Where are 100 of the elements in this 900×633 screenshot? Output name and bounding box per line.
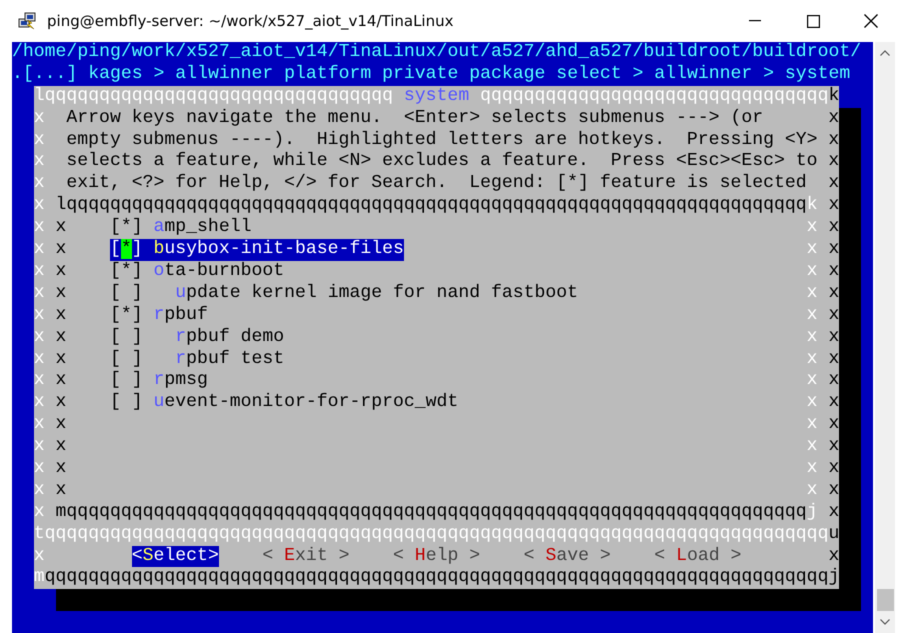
frame-line: qqqqqqqqqqqqqqqqqqqqqqqqqqqqqqqqqqqqqqqqqqqqqqqqqqqqqqqqqqqqqqqqqqqqqqqqj xyxy=(44,567,840,590)
frame-line: x xyxy=(34,304,45,327)
frame-line: x xyxy=(828,348,840,370)
frame-line: x xyxy=(56,458,66,480)
breadcrumb-text: .[...] kages > allwinner platform private package select > allwinner > system xyxy=(12,64,850,86)
frame-line: x xyxy=(806,217,818,240)
frame-line: x xyxy=(806,370,818,392)
frame-line: x xyxy=(806,239,818,261)
frame-line: x xyxy=(56,326,66,349)
menu-item[interactable]: [ ] update kernel image for nand fastboot xyxy=(110,282,578,305)
frame-line: x xyxy=(806,392,818,414)
minimize-icon xyxy=(749,20,761,22)
frame-line: x xyxy=(806,260,818,283)
frame-line: x xyxy=(828,260,840,283)
menu-button[interactable]: < Exit > xyxy=(262,546,350,568)
frame-line: x xyxy=(34,480,45,502)
frame-line: x xyxy=(828,195,840,218)
frame-line: qqqqqqqqqqqqqqqqqqqqqqqqqqqqqqqq xyxy=(480,86,828,108)
frame-line: x xyxy=(34,546,45,568)
frame-line: m xyxy=(34,567,45,590)
menu-item[interactable]: [*] busybox-init-base-files xyxy=(110,239,404,261)
frame-line: x xyxy=(806,348,818,370)
frame-line: x xyxy=(56,304,66,327)
menu-item[interactable]: [*] ota-burnboot xyxy=(110,260,284,283)
frame-line: x xyxy=(828,173,840,196)
frame-line: x xyxy=(34,130,45,152)
menu-button[interactable]: < Help > xyxy=(393,546,480,568)
menu-item[interactable]: [*] amp_shell xyxy=(110,217,252,240)
maximize-icon xyxy=(806,14,820,28)
menu-button[interactable]: < Load > xyxy=(654,546,742,568)
frame-line: u xyxy=(828,524,840,546)
frame-line: k xyxy=(828,86,840,108)
frame-line: x xyxy=(828,282,840,305)
frame-line: x xyxy=(56,282,66,305)
frame-line: x xyxy=(56,239,66,261)
frame-line: j xyxy=(806,502,818,524)
frame-line: x xyxy=(34,151,45,174)
menu-item[interactable]: [ ] rpbuf test xyxy=(110,348,284,370)
frame-line: x xyxy=(34,108,45,130)
frame-line: x xyxy=(806,458,818,480)
frame-line: k xyxy=(806,195,818,218)
frame-line: x xyxy=(828,502,840,524)
frame-line: x xyxy=(828,414,840,436)
dialog-title: system xyxy=(404,86,470,108)
frame-line: lqqqqqqqqqqqqqqqqqqqqqqqqqqqqqqqq xyxy=(34,86,394,108)
frame-line: x xyxy=(806,326,818,349)
menu-item[interactable]: [*] rpbuf xyxy=(110,304,208,327)
frame-line: x xyxy=(56,436,66,458)
frame-line: x xyxy=(34,239,45,261)
frame-line: x xyxy=(828,546,840,568)
frame-line: mqqqqqqqqqqqqqqqqqqqqqqqqqqqqqqqqqqqqqqqqqqqqqqqqqqqqqqqqqqqqqqqqqqqq xyxy=(56,502,807,524)
frame-line: x xyxy=(828,370,840,392)
frame-line: x xyxy=(34,392,45,414)
frame-line: x xyxy=(828,458,840,480)
frame-line: tqqqqqqqqqqqqqqqqqqqqqqqqqqqqqqqqqqqqqqqqqqqqqqqqqqqqqqqqqqqqqqqqqqqqqqqq xyxy=(34,524,828,546)
frame-line: x xyxy=(56,260,66,283)
frame-line: x xyxy=(828,326,840,349)
menu-button[interactable]: < Save > xyxy=(524,546,611,568)
scrollbar[interactable] xyxy=(875,42,895,633)
frame-line: x xyxy=(806,282,818,305)
frame-line: x xyxy=(56,217,66,240)
frame-line: x xyxy=(56,370,66,392)
frame-line: x xyxy=(34,195,45,218)
frame-line: x xyxy=(34,217,45,240)
frame-line: x xyxy=(806,480,818,502)
frame-line: x xyxy=(34,458,45,480)
menu-item[interactable]: [ ] rpmsg xyxy=(110,370,208,392)
frame-line: x xyxy=(56,392,66,414)
frame-line: x xyxy=(806,414,818,436)
frame-line: x xyxy=(828,436,840,458)
frame-line: x xyxy=(828,304,840,327)
scrollbar-thumb[interactable] xyxy=(876,589,894,611)
frame-line: x xyxy=(34,370,45,392)
frame-line: x xyxy=(828,480,840,502)
path-line: /home/ping/work/x527_aiot_v14/TinaLinux/out/a527/ahd_a527/buildroot/buildroot/ xyxy=(12,42,862,64)
menu-item[interactable]: [ ] rpbuf demo xyxy=(110,326,284,349)
frame-line: x xyxy=(34,414,45,436)
frame-line: x xyxy=(806,436,818,458)
computer-icon xyxy=(18,11,38,31)
frame-line: x xyxy=(828,108,840,130)
frame-line: x xyxy=(56,414,66,436)
frame-line: x xyxy=(34,173,45,196)
window-title: ping@embfly-server: ~/work/x527_aiot_v14/TinaLinux xyxy=(47,12,454,30)
frame-line: lqqqqqqqqqqqqqqqqqqqqqqqqqqqqqqqqqqqqqqqqqqqqqqqqqqqqqqqqqqqqqqqqqqqq xyxy=(56,195,807,218)
frame-line: x xyxy=(828,217,840,240)
close-icon xyxy=(864,14,878,28)
frame-line: x xyxy=(56,348,66,370)
frame-line: x xyxy=(34,348,45,370)
menu-item[interactable]: [ ] uevent-monitor-for-rproc_wdt xyxy=(110,392,458,414)
frame-line: x xyxy=(828,392,840,414)
frame-line: x xyxy=(828,239,840,261)
frame-line: x xyxy=(806,304,818,327)
frame-line: x xyxy=(828,151,840,174)
frame-line: x xyxy=(34,436,45,458)
frame-line: x xyxy=(56,480,66,502)
frame-line: x xyxy=(34,502,45,524)
frame-line: x xyxy=(34,260,45,283)
frame-line: x xyxy=(34,282,45,305)
menu-button[interactable]: <Select> xyxy=(132,546,219,568)
frame-line: x xyxy=(828,130,840,152)
